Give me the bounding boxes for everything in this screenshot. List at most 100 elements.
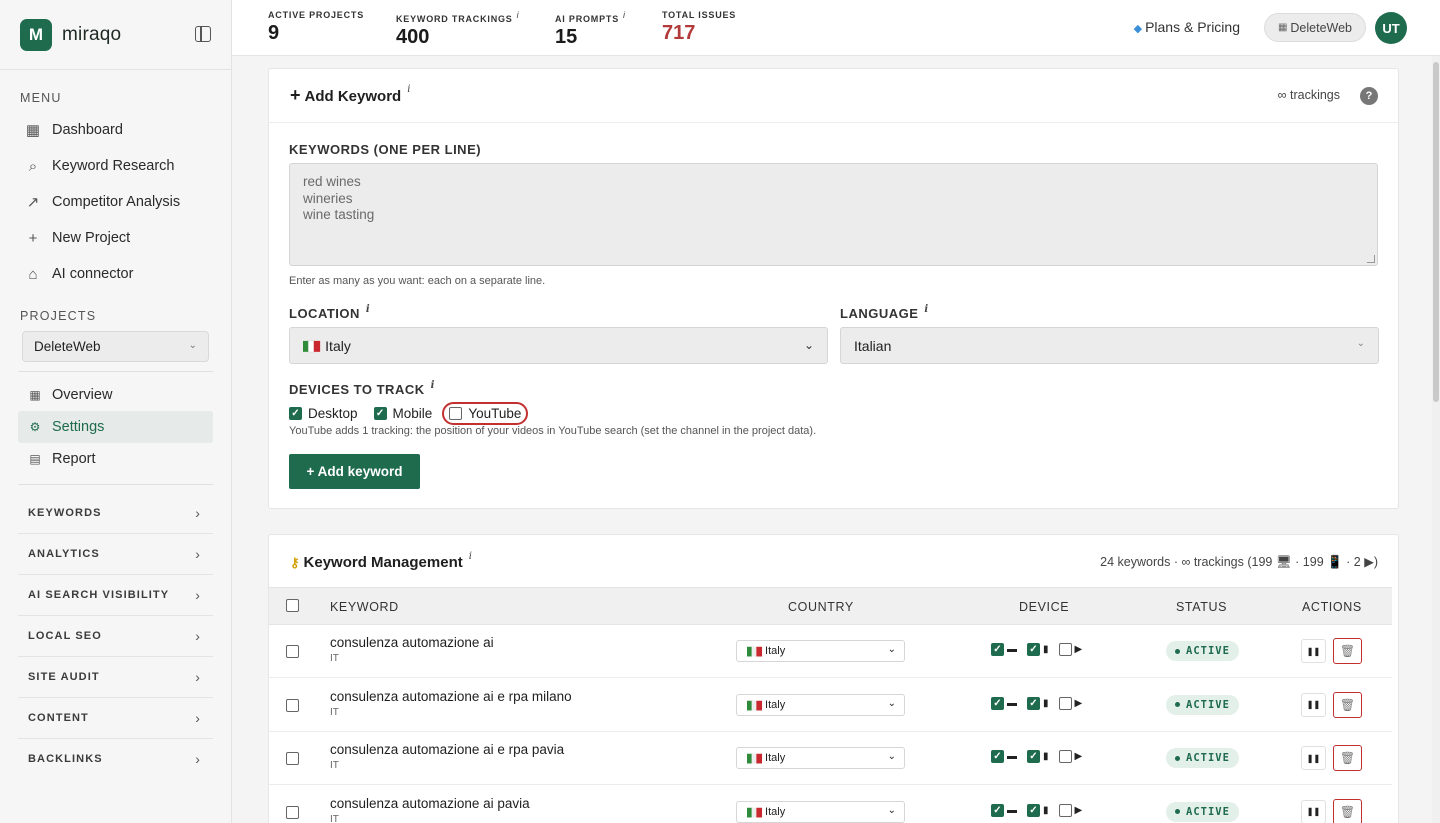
column-header-country[interactable]: COUNTRY bbox=[788, 600, 854, 614]
nav-group-keywords[interactable]: KEYWORDS › bbox=[18, 492, 213, 533]
info-icon[interactable]: i bbox=[366, 304, 370, 315]
device-mobile[interactable]: ✓ Mobile bbox=[373, 406, 432, 421]
info-icon[interactable]: i bbox=[517, 10, 520, 20]
youtube-highlight: YouTube bbox=[442, 402, 529, 425]
desktop-checkbox[interactable]: ✓ bbox=[289, 407, 302, 420]
nav-group-ai-search-visibility[interactable]: AI SEARCH VISIBILITY › bbox=[18, 574, 213, 615]
sidebar-item-new-project[interactable]: + New Project bbox=[0, 220, 231, 256]
brand: M miraqo bbox=[0, 0, 231, 70]
device-label: YouTube bbox=[468, 406, 522, 421]
delete-button[interactable]: 🗑 bbox=[1333, 745, 1362, 771]
project-select[interactable]: DeleteWeb ⌄ bbox=[22, 331, 209, 362]
column-header-status[interactable]: STATUS bbox=[1176, 600, 1227, 614]
pause-button[interactable]: ❚❚ bbox=[1301, 692, 1326, 717]
plans-pricing-link[interactable]: ◆ Plans & Pricing bbox=[1134, 19, 1240, 35]
row-checkbox[interactable] bbox=[286, 752, 299, 765]
sidebar-item-dashboard[interactable]: ▦ Dashboard bbox=[0, 112, 231, 148]
desktop-checkbox[interactable]: ✓ bbox=[991, 696, 1004, 710]
mobile-checkbox[interactable]: ✓ bbox=[373, 407, 387, 420]
add-keyword-button[interactable]: + Add keyword bbox=[289, 454, 420, 489]
pause-button[interactable]: ❚❚ bbox=[1301, 746, 1326, 770]
scrollbar-thumb[interactable] bbox=[1433, 62, 1439, 402]
italy-flag-icon: ███ bbox=[747, 647, 762, 656]
nav-group-label: BACKLINKS bbox=[28, 753, 103, 765]
keyword-name[interactable]: consulenza automazione ai pavia bbox=[330, 796, 530, 811]
mobile-checkbox[interactable]: ✓ bbox=[1027, 750, 1040, 763]
mobile-icon: ▮ bbox=[1043, 804, 1049, 816]
divider bbox=[18, 484, 213, 485]
sidebar-item-overview[interactable]: ▦ Overview bbox=[18, 379, 213, 411]
country-select[interactable]: ███ Italy ⌄ bbox=[736, 747, 905, 769]
grid-icon: ▦ bbox=[29, 388, 41, 402]
keyword-name[interactable]: consulenza automazione ai e rpa milano bbox=[330, 689, 572, 704]
nav-group-analytics[interactable]: ANALYTICS › bbox=[18, 533, 213, 574]
avatar[interactable]: UT bbox=[1375, 12, 1407, 44]
mobile-checkbox[interactable]: ✓ bbox=[1027, 696, 1040, 710]
row-checkbox[interactable] bbox=[286, 805, 299, 819]
youtube-checkbox[interactable] bbox=[1058, 750, 1072, 763]
keyword-name[interactable]: consulenza automazione ai bbox=[330, 635, 494, 650]
pause-button[interactable]: ❚❚ bbox=[1301, 799, 1326, 823]
nav-group-local-seo[interactable]: LOCAL SEO › bbox=[18, 615, 213, 656]
youtube-checkbox[interactable] bbox=[449, 407, 463, 420]
plus-icon: + bbox=[290, 85, 301, 105]
info-icon[interactable]: i bbox=[623, 10, 626, 20]
project-chip[interactable]: ▦ DeleteWeb bbox=[1263, 13, 1366, 42]
info-icon[interactable]: i bbox=[431, 380, 435, 391]
desktop-checkbox[interactable]: ✓ bbox=[991, 750, 1004, 763]
device-desktop[interactable]: ✓ Desktop bbox=[289, 406, 358, 421]
resize-handle-icon[interactable] bbox=[1367, 255, 1375, 263]
sidebar-item-settings[interactable]: ⚙ Settings bbox=[18, 411, 213, 443]
sidebar-item-ai-connector[interactable]: ⌂ AI connector bbox=[0, 256, 231, 292]
select-all-checkbox[interactable] bbox=[286, 599, 299, 612]
row-checkbox[interactable] bbox=[286, 698, 299, 712]
nav-group-content[interactable]: CONTENT › bbox=[18, 697, 213, 738]
device-toggles: ✓ ▬ ✓ ▮ ▶ bbox=[991, 803, 1092, 817]
keywords-textarea[interactable]: red wines wineries wine tasting bbox=[289, 163, 1378, 266]
column-header-device[interactable]: DEVICE bbox=[1019, 600, 1069, 614]
youtube-checkbox[interactable] bbox=[1058, 803, 1072, 817]
country-select[interactable]: ███ Italy ⌄ bbox=[736, 800, 905, 823]
device-toggles: ✓ ▬ ✓ ▮ ▶ bbox=[991, 696, 1092, 710]
nav-group-site-audit[interactable]: SITE AUDIT › bbox=[18, 656, 213, 697]
youtube-checkbox[interactable] bbox=[1058, 643, 1072, 656]
info-icon[interactable]: i bbox=[407, 84, 410, 95]
mobile-checkbox[interactable]: ✓ bbox=[1027, 803, 1040, 817]
status-text: ACTIVE bbox=[1186, 752, 1230, 764]
location-select[interactable]: ███ Italy ⌄ bbox=[289, 327, 828, 364]
country-select[interactable]: ███ Italy ⌄ bbox=[736, 640, 905, 662]
youtube-checkbox[interactable] bbox=[1058, 696, 1072, 710]
delete-button[interactable]: 🗑 bbox=[1333, 691, 1362, 718]
sidebar-item-keyword-research[interactable]: ⌕ Keyword Research bbox=[0, 148, 231, 184]
delete-button[interactable]: 🗑 bbox=[1333, 638, 1362, 664]
grid-icon: ▦ bbox=[25, 122, 41, 139]
desktop-checkbox[interactable]: ✓ bbox=[991, 643, 1004, 656]
nav-group-backlinks[interactable]: BACKLINKS › bbox=[18, 738, 213, 779]
desktop-checkbox[interactable]: ✓ bbox=[991, 803, 1004, 817]
country-select[interactable]: ███ Italy ⌄ bbox=[736, 693, 905, 716]
help-icon[interactable]: ? bbox=[1360, 87, 1378, 105]
sidebar-toggle-icon[interactable] bbox=[195, 26, 211, 42]
pause-button[interactable]: ❚❚ bbox=[1301, 639, 1326, 663]
sidebar-item-competitor-analysis[interactable]: ↗ Competitor Analysis bbox=[0, 184, 231, 220]
info-icon[interactable]: i bbox=[924, 304, 928, 315]
sidebar-item-report[interactable]: ▤ Report bbox=[18, 443, 213, 475]
row-checkbox[interactable] bbox=[286, 645, 299, 658]
sidebar: M miraqo MENU ▦ Dashboard ⌕ Keyword Researc… bbox=[0, 0, 232, 823]
table-row: consulenza automazione ai IT ███ Italy ⌄ ✓ ▬ ✓ ▮… bbox=[269, 625, 1392, 678]
device-youtube[interactable]: YouTube bbox=[449, 406, 521, 421]
info-icon[interactable]: i bbox=[469, 551, 472, 562]
column-header-keyword[interactable]: KEYWORD bbox=[330, 600, 399, 614]
language-select[interactable]: Italian ⌄ bbox=[840, 327, 1379, 364]
mobile-checkbox[interactable]: ✓ bbox=[1027, 643, 1040, 656]
italy-flag-icon: ███ bbox=[747, 754, 762, 763]
devices-label: DEVICES TO TRACK i bbox=[289, 380, 435, 397]
project-select-value: DeleteWeb bbox=[34, 339, 101, 354]
delete-button[interactable]: 🗑 bbox=[1333, 798, 1362, 823]
keyword-name[interactable]: consulenza automazione ai e rpa pavia bbox=[330, 742, 564, 757]
column-header-actions: ACTIONS bbox=[1302, 600, 1362, 614]
logo-icon[interactable]: M bbox=[20, 18, 52, 51]
chevron-down-icon: ⌄ bbox=[887, 804, 896, 816]
sidebar-item-label: Overview bbox=[52, 387, 113, 403]
page-scrollbar[interactable] bbox=[1432, 56, 1440, 823]
